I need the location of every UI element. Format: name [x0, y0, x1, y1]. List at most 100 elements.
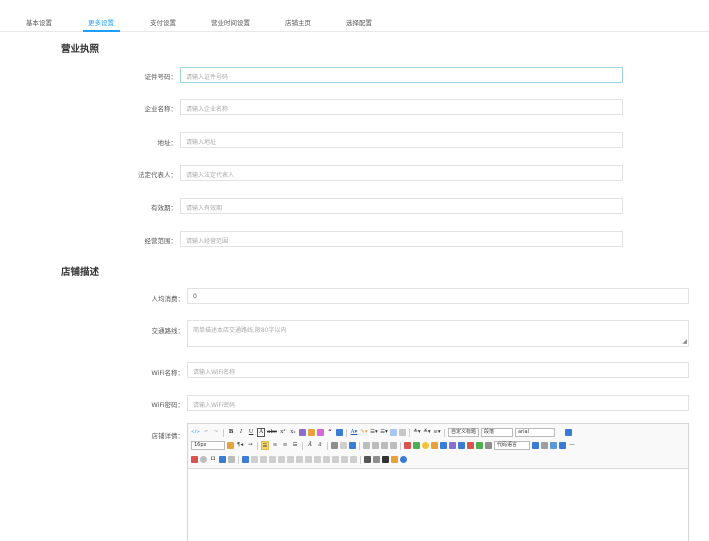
background-color-icon[interactable]: ✎▾ [360, 428, 368, 437]
align-left-icon[interactable]: ☰ [261, 441, 269, 450]
insert-frame-icon[interactable] [485, 442, 492, 449]
simple-upload-icon[interactable] [404, 442, 411, 449]
tab-more-settings[interactable]: 更多设置 [88, 17, 114, 27]
redo-icon[interactable]: ↷ [212, 428, 220, 437]
drafts-icon[interactable] [391, 456, 398, 463]
undo-icon[interactable]: ↶ [202, 428, 210, 437]
help-icon[interactable] [400, 456, 407, 463]
tab-select-config[interactable]: 选择配置 [346, 17, 372, 27]
tab-store-homepage[interactable]: 店铺主页 [285, 17, 311, 27]
align-right-icon[interactable]: ≡ [281, 441, 289, 450]
ordered-list-icon[interactable]: ☰▾ [370, 428, 378, 437]
select-all-icon[interactable] [389, 429, 397, 436]
image-right-icon[interactable] [381, 442, 388, 449]
font-color-icon[interactable]: A▾ [350, 428, 358, 437]
font-border-icon[interactable]: A [257, 428, 266, 437]
anchor-icon[interactable] [349, 442, 356, 449]
merge-right-icon[interactable] [314, 456, 321, 463]
rich-text-editor[interactable]: </> ↶ ↷ B I U A abc x² x₂ “ A▾ ✎▾ ☰▾ ☰▾ … [187, 423, 689, 541]
font-size-select[interactable]: 16px [191, 441, 225, 450]
auto-format-icon[interactable] [316, 429, 324, 436]
align-center-icon[interactable]: ≡ [271, 441, 279, 450]
horizontal-rule-icon[interactable] [559, 442, 566, 449]
bold-icon[interactable]: B [227, 428, 235, 437]
split-rows-icon[interactable] [341, 456, 348, 463]
superscript-icon[interactable]: x² [279, 428, 287, 437]
route-textarea[interactable]: 简单描述本店交通路线,限80字以内 ◢ [187, 320, 689, 347]
insert-col-icon[interactable] [287, 456, 294, 463]
align-justify-icon[interactable]: ☰ [291, 441, 299, 450]
address-input[interactable]: 请输入地址 [180, 132, 623, 148]
background-icon[interactable] [541, 442, 548, 449]
preview-icon[interactable] [373, 456, 380, 463]
page-break-icon[interactable] [532, 442, 539, 449]
rtl-icon[interactable]: ¶◂ [236, 441, 244, 450]
tab-business-hours[interactable]: 营业时间设置 [211, 17, 250, 27]
unordered-list-icon[interactable]: ☰▾ [380, 428, 388, 437]
wifi-password-input[interactable]: 请输入WiFi密码 [187, 395, 689, 411]
tab-payment-settings[interactable]: 支付设置 [150, 17, 176, 27]
subscript-icon[interactable]: x₂ [289, 428, 297, 437]
split-cells-icon[interactable] [332, 456, 339, 463]
custom-style-select[interactable]: 自定义标题 [447, 428, 479, 437]
avg-spend-input[interactable]: 0 [187, 288, 689, 304]
image-left-icon[interactable] [372, 442, 379, 449]
time-icon[interactable] [200, 456, 207, 463]
editor-content-area[interactable] [188, 469, 688, 541]
merge-down-icon[interactable] [323, 456, 330, 463]
delete-table-icon[interactable] [251, 456, 258, 463]
font-family-select[interactable]: arial [514, 428, 555, 437]
date-icon[interactable] [191, 456, 198, 463]
strikethrough-icon[interactable]: abc [267, 428, 277, 437]
unlink-icon[interactable] [340, 442, 347, 449]
paragraph-format-select[interactable]: 段落 [480, 428, 513, 437]
gmap-icon[interactable] [476, 442, 483, 449]
split-cols-icon[interactable] [350, 456, 357, 463]
business-scope-input[interactable]: 请输入经营范围 [180, 231, 623, 247]
music-icon[interactable] [449, 442, 456, 449]
legal-rep-input[interactable]: 请输入法定代表人 [180, 165, 623, 181]
tab-basic-settings[interactable]: 基本设置 [26, 17, 52, 27]
image-center-icon[interactable] [390, 442, 397, 449]
search-replace-icon[interactable] [382, 456, 389, 463]
format-brush-icon[interactable] [298, 429, 306, 436]
insert-row-icon[interactable] [269, 456, 276, 463]
insert-image-icon[interactable] [413, 442, 420, 449]
delete-col-icon[interactable] [296, 456, 303, 463]
attachment-icon[interactable] [458, 442, 465, 449]
wordimage-icon[interactable] [219, 456, 226, 463]
html-source-icon[interactable]: </> [191, 428, 200, 437]
fullscreen-icon[interactable] [564, 429, 572, 436]
delete-row-icon[interactable] [278, 456, 285, 463]
horizontal-line-icon[interactable]: — [568, 441, 576, 450]
to-lowercase-icon[interactable]: ā [316, 441, 324, 450]
wifi-name-input[interactable]: 请输入WiFi名称 [187, 362, 689, 378]
merge-cells-icon[interactable] [305, 456, 312, 463]
scrawl-icon[interactable] [431, 442, 438, 449]
line-height-icon[interactable]: ≡▾ [433, 428, 441, 437]
insert-paragraph-before-table-icon[interactable] [260, 456, 267, 463]
template-icon[interactable] [550, 442, 557, 449]
validity-input[interactable]: 请输入有效期 [180, 198, 623, 214]
image-none-icon[interactable] [363, 442, 370, 449]
code-language-select[interactable]: 代码语言 [494, 441, 530, 450]
searchreplace-icon[interactable] [228, 456, 235, 463]
paste-plain-icon[interactable] [335, 429, 343, 436]
underline-icon[interactable]: U [247, 428, 255, 437]
resize-handle-icon[interactable]: ◢ [682, 338, 687, 345]
id-number-input[interactable]: 请输入证件号码 [180, 67, 623, 83]
link-icon[interactable] [331, 442, 338, 449]
company-name-input[interactable]: 请输入企业名称 [180, 99, 623, 115]
to-uppercase-icon[interactable]: Ā [306, 441, 314, 450]
map-icon[interactable] [467, 442, 474, 449]
ltr-icon[interactable] [227, 442, 234, 449]
print-icon[interactable] [364, 456, 371, 463]
blockquote-icon[interactable]: “ [326, 428, 334, 437]
special-chars-icon[interactable]: Ω [209, 455, 217, 464]
italic-icon[interactable]: I [237, 428, 245, 437]
insert-video-icon[interactable] [440, 442, 447, 449]
row-spacing-bottom-icon[interactable]: ≚▾ [423, 428, 431, 437]
eraser-icon[interactable] [307, 429, 315, 436]
insert-table-icon[interactable] [242, 456, 249, 463]
indent-icon[interactable]: ⇥ [246, 441, 254, 450]
